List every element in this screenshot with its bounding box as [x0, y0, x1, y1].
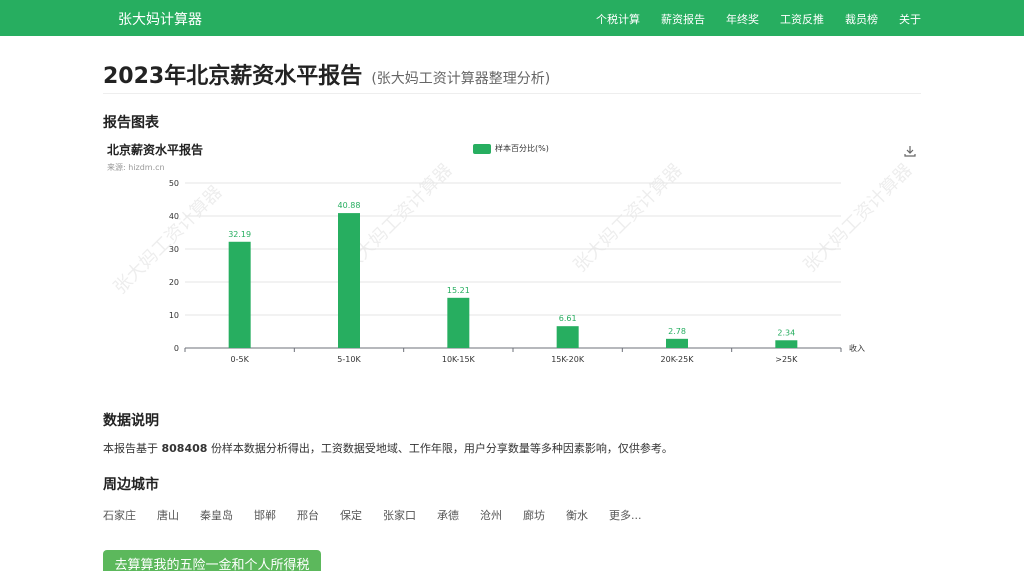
city-link[interactable]: 唐山: [157, 507, 179, 523]
cities-section-heading: 周边城市: [103, 477, 159, 493]
city-link[interactable]: 秦皇岛: [200, 507, 233, 523]
bar: [228, 241, 251, 348]
nav-link-tax[interactable]: 个税计算: [596, 11, 640, 27]
page-title-main: 2023年北京薪资水平报告: [103, 64, 363, 89]
page-title: 2023年北京薪资水平报告 (张大妈工资计算器整理分析): [103, 58, 550, 90]
bar: [556, 326, 579, 348]
city-link[interactable]: 邯郸: [254, 507, 276, 523]
chart-panel: 张大妈工资计算器 张大妈工资计算器 张大妈工资计算器 张大妈工资计算器 北京薪资…: [103, 136, 921, 366]
title-divider: [103, 93, 921, 94]
city-link[interactable]: 廊坊: [523, 507, 545, 523]
city-link[interactable]: 张家口: [383, 507, 416, 523]
nav-links: 个税计算 薪资报告 年终奖 工资反推 裁员榜 关于: [596, 11, 921, 27]
x-tick-label: 15K-20K: [551, 355, 585, 364]
y-tick-label: 20: [169, 278, 179, 287]
city-list: 石家庄 唐山 秦皇岛 邯郸 邢台 保定 张家口 承德 沧州 廊坊 衡水 更多..…: [103, 507, 642, 523]
city-link[interactable]: 承德: [437, 507, 459, 523]
x-tick-label: 20K-25K: [661, 355, 695, 364]
sample-count: 808408: [161, 442, 208, 455]
y-tick-label: 0: [174, 344, 179, 353]
data-label: 6.61: [559, 314, 577, 323]
brand-logo-text[interactable]: 张大妈计算器: [118, 9, 202, 29]
y-tick-label: 40: [169, 212, 179, 221]
data-label: 15.21: [447, 286, 470, 295]
city-link[interactable]: 保定: [340, 507, 362, 523]
bar: [447, 297, 470, 348]
calculate-insurance-tax-button[interactable]: 去算算我的五险一金和个人所得税: [103, 550, 321, 571]
x-tick-label: 10K-15K: [442, 355, 476, 364]
data-label: 32.19: [228, 230, 251, 239]
nav-link-layoff[interactable]: 裁员榜: [845, 11, 878, 27]
y-tick-label: 50: [169, 179, 179, 188]
data-label: 2.34: [777, 328, 795, 337]
bar-chart: 0 10 20 30 40 50 32.19 0-5K 40.88 5-10K 15.21 10K-1…: [169, 179, 865, 364]
y-tick-label: 30: [169, 245, 179, 254]
y-tick-label: 10: [169, 311, 179, 320]
nav-link-reverse-salary[interactable]: 工资反推: [780, 11, 824, 27]
city-link[interactable]: 邢台: [297, 507, 319, 523]
data-label: 40.88: [338, 201, 361, 210]
chart-section-heading: 报告图表: [103, 115, 159, 131]
data-description: 本报告基于 808408 份样本数据分析得出，工资数据受地域、工作年限，用户分享…: [103, 440, 673, 456]
nav-link-salary-report[interactable]: 薪资报告: [661, 11, 705, 27]
city-link[interactable]: 石家庄: [103, 507, 136, 523]
city-link[interactable]: 衡水: [566, 507, 588, 523]
description-prefix: 本报告基于: [103, 442, 158, 455]
more-cities-link[interactable]: 更多...: [609, 507, 642, 523]
nav-link-about[interactable]: 关于: [899, 11, 921, 27]
x-tick-label: 0-5K: [231, 355, 250, 364]
bar: [666, 338, 688, 348]
bar: [775, 340, 798, 348]
page-title-subtitle: (张大妈工资计算器整理分析): [371, 71, 551, 87]
x-axis-label: 收入: [849, 343, 865, 353]
bar: [338, 213, 360, 348]
x-tick-label: >25K: [775, 355, 798, 364]
city-link[interactable]: 沧州: [480, 507, 502, 523]
description-suffix: 份样本数据分析得出，工资数据受地域、工作年限，用户分享数量等多种因素影响，仅供参…: [210, 442, 673, 455]
x-tick-label: 5-10K: [337, 355, 361, 364]
top-navbar: 张大妈计算器 个税计算 薪资报告 年终奖 工资反推 裁员榜 关于: [0, 0, 1024, 36]
data-label: 2.78: [668, 327, 686, 336]
data-section-heading: 数据说明: [103, 413, 159, 429]
nav-link-bonus[interactable]: 年终奖: [726, 11, 759, 27]
